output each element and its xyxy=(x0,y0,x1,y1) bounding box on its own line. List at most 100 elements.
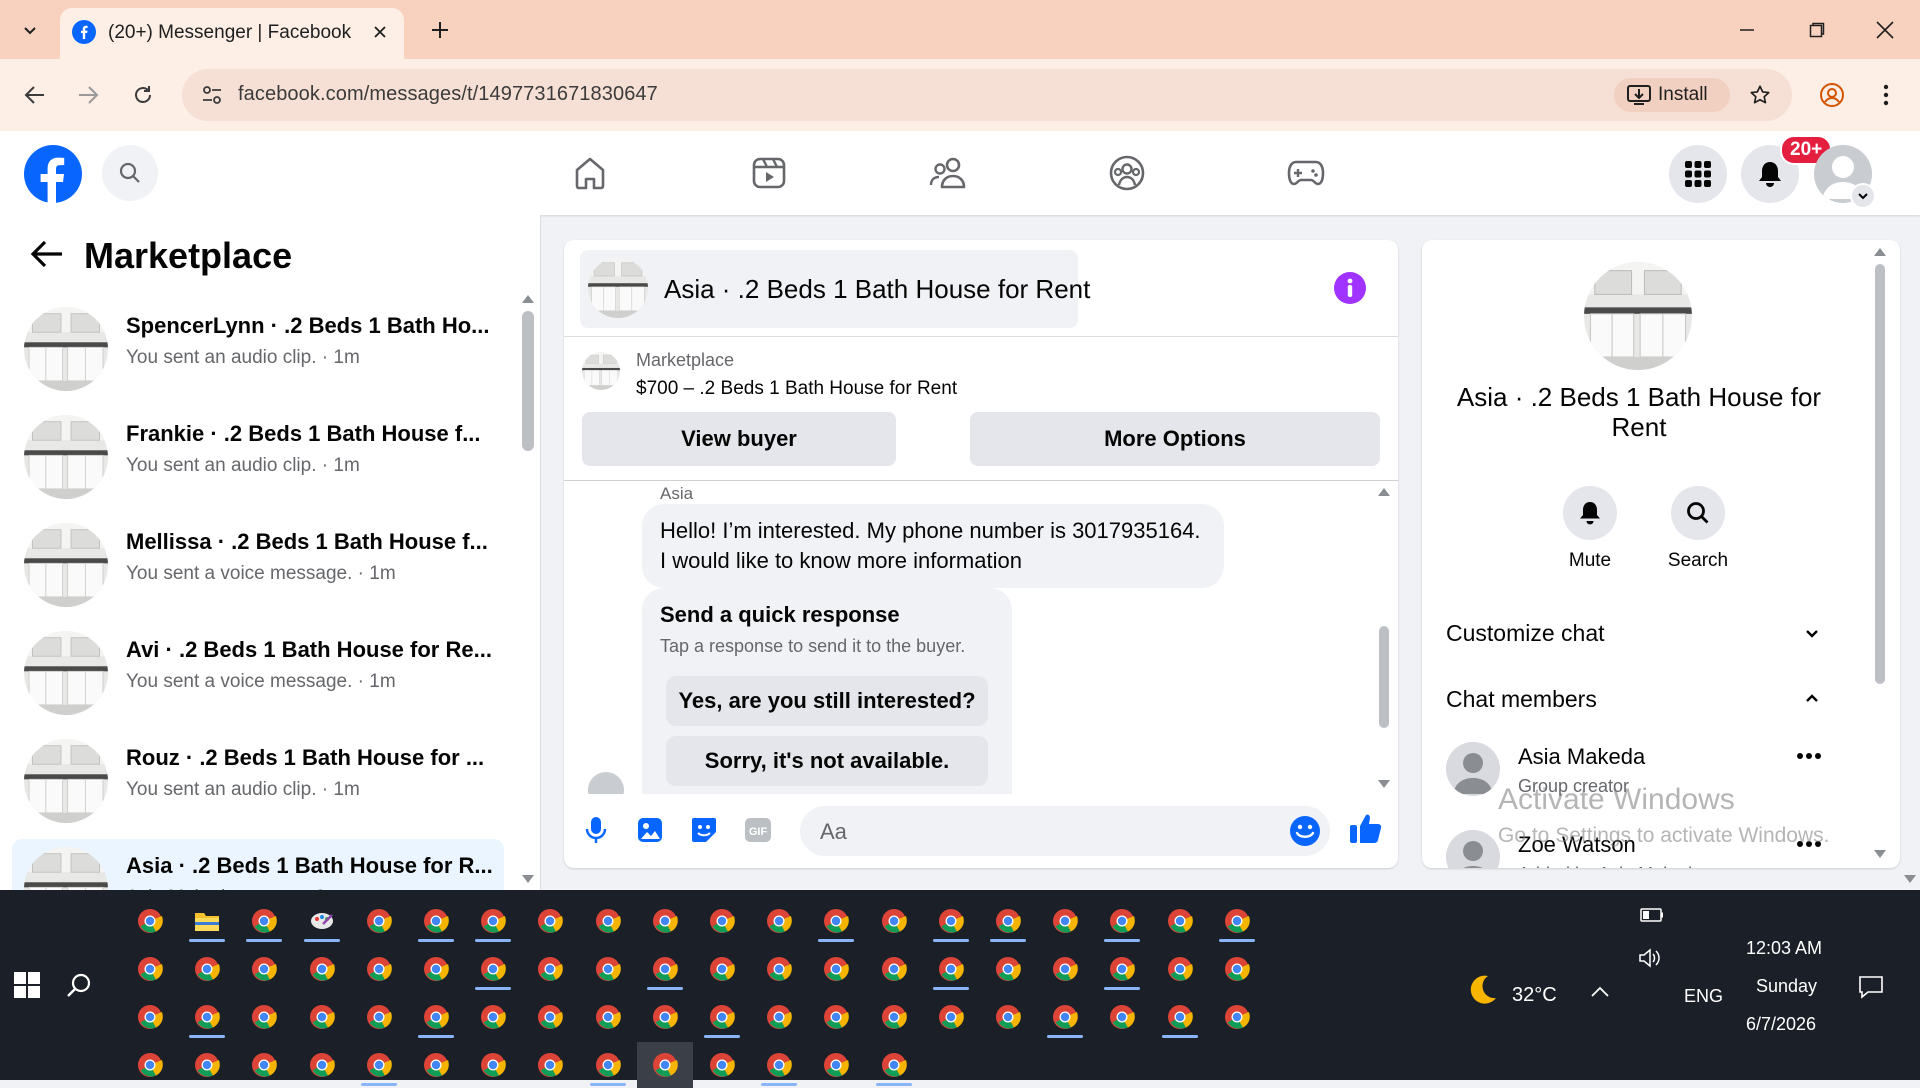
facebook-search-button[interactable] xyxy=(102,145,158,201)
taskbar-chrome-button[interactable] xyxy=(637,946,693,992)
taskbar-chrome-button[interactable] xyxy=(808,1042,864,1088)
taskbar-chrome-button[interactable] xyxy=(1037,994,1093,1040)
chat-members-section[interactable]: Chat members xyxy=(1446,686,1597,713)
taskbar-chrome-button[interactable] xyxy=(179,1042,235,1088)
reload-button[interactable] xyxy=(125,77,161,113)
taskbar-chrome-button[interactable] xyxy=(236,898,292,944)
taskbar-chrome-button[interactable] xyxy=(522,946,578,992)
clock-day[interactable]: Sunday xyxy=(1756,976,1817,997)
more-options-icon[interactable] xyxy=(1796,752,1822,760)
minimize-window-button[interactable] xyxy=(1712,0,1782,59)
search-action[interactable]: Search xyxy=(1658,486,1738,572)
taskbar-chrome-button[interactable] xyxy=(1209,898,1265,944)
taskbar-chrome-button[interactable] xyxy=(236,994,292,1040)
chat-list-item[interactable]: Frankie · .2 Beds 1 Bath House f... You s… xyxy=(12,407,504,507)
chevron-up-icon[interactable] xyxy=(1804,690,1820,706)
taskbar-chrome-button[interactable] xyxy=(866,1042,922,1088)
info-panel-scrollbar[interactable] xyxy=(1875,264,1885,684)
info-scroll-up-icon[interactable] xyxy=(1874,246,1886,256)
incoming-message-bubble[interactable]: Hello! I’m interested. My phone number i… xyxy=(642,504,1224,588)
taskbar-chrome-button[interactable] xyxy=(351,1042,407,1088)
restore-window-button[interactable] xyxy=(1782,0,1852,59)
taskbar-chrome-button[interactable] xyxy=(980,994,1036,1040)
taskbar-chrome-button[interactable] xyxy=(294,994,350,1040)
taskbar-chrome-button[interactable] xyxy=(751,946,807,992)
taskbar-chrome-button[interactable] xyxy=(122,1042,178,1088)
page-scroll-down-icon[interactable] xyxy=(1904,875,1916,885)
taskbar-chrome-button[interactable] xyxy=(694,1042,750,1088)
chat-list-item[interactable]: Mellissa · .2 Beds 1 Bath House f... You … xyxy=(12,515,504,615)
taskbar-chrome-button[interactable] xyxy=(408,946,464,992)
video-nav-button[interactable] xyxy=(709,147,829,199)
taskbar-chrome-button[interactable] xyxy=(1152,994,1208,1040)
emoji-icon[interactable] xyxy=(1288,814,1322,848)
taskbar-chrome-button[interactable] xyxy=(580,994,636,1040)
url-text[interactable]: facebook.com/messages/t/1497731671830647 xyxy=(238,83,658,106)
taskbar-chrome-button[interactable] xyxy=(580,898,636,944)
taskbar-chrome-button[interactable] xyxy=(866,946,922,992)
taskbar-chrome-button[interactable] xyxy=(351,946,407,992)
taskbar-chrome-button[interactable] xyxy=(1037,946,1093,992)
profile-icon[interactable] xyxy=(1814,77,1850,113)
gif-icon[interactable]: GIF xyxy=(742,814,774,846)
taskbar-chrome-button[interactable] xyxy=(179,994,235,1040)
taskbar-chrome-button[interactable] xyxy=(866,994,922,1040)
listing-price-title[interactable]: $700 – .2 Beds 1 Bath House for Rent xyxy=(636,378,957,400)
taskbar-chrome-button[interactable] xyxy=(122,898,178,944)
customize-chat-section[interactable]: Customize chat xyxy=(1446,620,1605,647)
browser-tab-active[interactable]: (20+) Messenger | Facebook xyxy=(60,8,404,59)
taskbar-chrome-button[interactable] xyxy=(465,1042,521,1088)
taskbar-search-icon[interactable] xyxy=(66,972,92,998)
home-nav-button[interactable] xyxy=(530,147,650,199)
taskbar-chrome-button[interactable] xyxy=(923,994,979,1040)
install-app-button[interactable]: Install xyxy=(1614,78,1730,112)
facebook-logo-icon[interactable] xyxy=(24,145,82,203)
mute-action[interactable]: Mute xyxy=(1550,486,1630,572)
taskbar-chrome-button[interactable] xyxy=(923,898,979,944)
taskbar-chrome-button[interactable] xyxy=(751,898,807,944)
groups-nav-button[interactable] xyxy=(1067,147,1187,199)
quick-response-option[interactable]: Sorry, it's not available. xyxy=(666,736,988,786)
quick-response-option[interactable]: Yes, are you still interested? xyxy=(666,676,988,726)
view-buyer-button[interactable]: View buyer xyxy=(582,412,896,466)
taskbar-chrome-button[interactable] xyxy=(236,946,292,992)
taskbar-chrome-button[interactable] xyxy=(1209,994,1265,1040)
info-scroll-down-icon[interactable] xyxy=(1874,850,1886,860)
new-tab-button[interactable] xyxy=(422,12,458,48)
windows-start-icon[interactable] xyxy=(14,972,40,998)
menu-button[interactable] xyxy=(1669,145,1727,203)
taskbar-paint-button[interactable] xyxy=(294,898,350,944)
taskbar-chrome-button[interactable] xyxy=(1037,898,1093,944)
tab-search-dropdown-button[interactable] xyxy=(12,12,48,48)
taskbar-chrome-button[interactable] xyxy=(294,946,350,992)
taskbar-chrome-button[interactable] xyxy=(694,994,750,1040)
taskbar-chrome-button[interactable] xyxy=(751,1042,807,1088)
taskbar-chrome-button[interactable] xyxy=(465,898,521,944)
site-settings-icon[interactable] xyxy=(196,79,228,111)
taskbar-chrome-button[interactable] xyxy=(866,898,922,944)
taskbar-chrome-button[interactable] xyxy=(408,994,464,1040)
thread-scroll-up-icon[interactable] xyxy=(1378,486,1390,496)
taskbar-chrome-button[interactable] xyxy=(465,946,521,992)
bookmark-star-icon[interactable] xyxy=(1744,79,1776,111)
taskbar-chrome-button[interactable] xyxy=(980,898,1036,944)
taskbar-chrome-button[interactable] xyxy=(522,898,578,944)
taskbar-chrome-button[interactable] xyxy=(694,898,750,944)
clock-time[interactable]: 12:03 AM xyxy=(1746,938,1822,959)
taskbar-chrome-button[interactable] xyxy=(751,994,807,1040)
message-input[interactable] xyxy=(818,806,1282,858)
taskbar-chrome-button[interactable] xyxy=(637,898,693,944)
notification-center-icon[interactable] xyxy=(1858,974,1884,1000)
chat-list-item[interactable]: Avi · .2 Beds 1 Bath House for Re... You … xyxy=(12,623,504,723)
taskbar-chrome-button[interactable] xyxy=(351,994,407,1040)
chat-list-item[interactable]: SpencerLynn · .2 Beds 1 Bath Ho... You se… xyxy=(12,299,504,399)
taskbar-chrome-button[interactable] xyxy=(122,994,178,1040)
taskbar-file-explorer-button[interactable] xyxy=(179,898,235,944)
input-language[interactable]: ENG xyxy=(1684,986,1723,1007)
forward-button[interactable] xyxy=(70,77,106,113)
taskbar-chrome-button[interactable] xyxy=(808,946,864,992)
chevron-down-icon[interactable] xyxy=(1804,626,1820,642)
taskbar-chrome-button[interactable] xyxy=(522,994,578,1040)
taskbar-chrome-button[interactable] xyxy=(980,946,1036,992)
taskbar-chrome-button[interactable] xyxy=(694,946,750,992)
